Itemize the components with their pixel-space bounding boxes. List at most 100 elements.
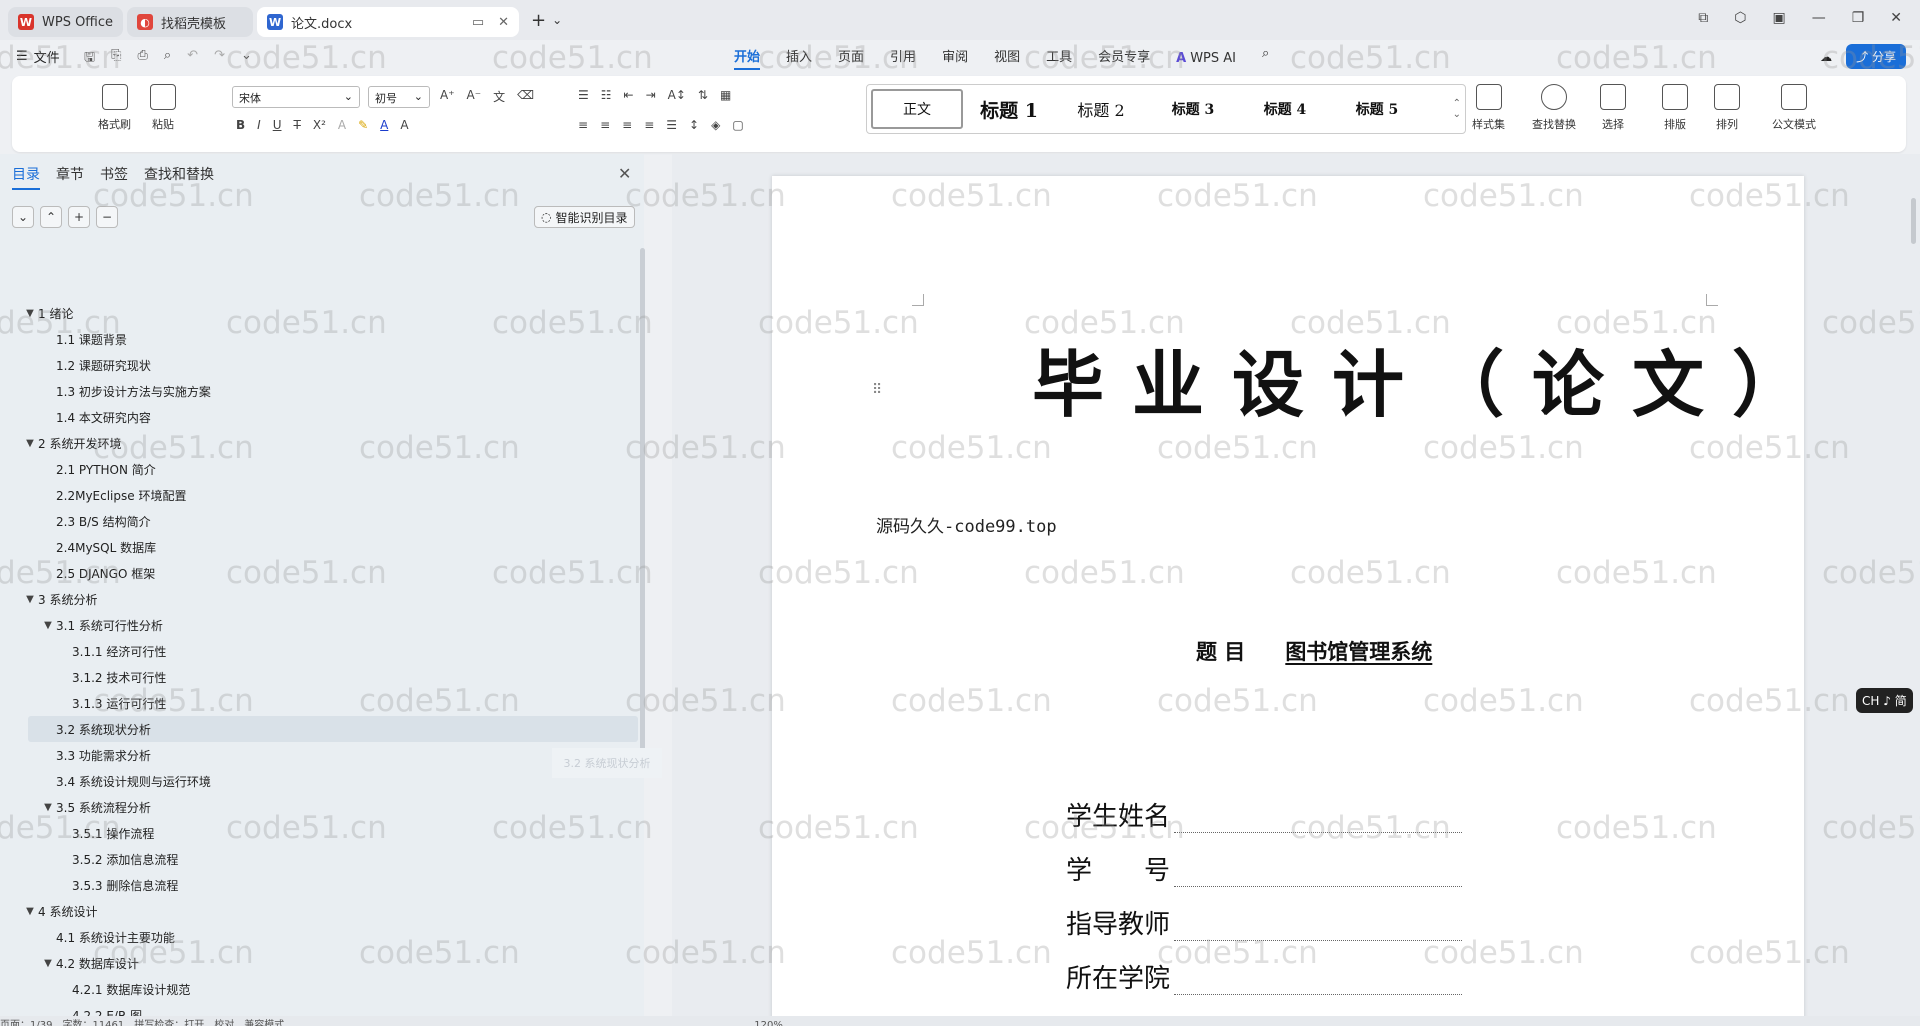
- toc-item[interactable]: 3.1.3 运行可行性: [0, 690, 640, 716]
- toc-item[interactable]: ▼ 3 系统分析: [0, 586, 640, 612]
- close-pane-icon[interactable]: ✕: [618, 164, 631, 183]
- justify-icon[interactable]: ≡: [644, 118, 654, 132]
- save-icon[interactable]: 🖫: [84, 48, 95, 70]
- tab-pin-icon[interactable]: ▭: [472, 15, 484, 30]
- superscript-icon[interactable]: X²: [313, 118, 326, 132]
- expand-up-icon[interactable]: ⌃: [40, 206, 62, 228]
- smart-toc-button[interactable]: ◌ 智能识别目录: [534, 206, 635, 228]
- style-heading-5[interactable]: 标题 5: [1331, 99, 1423, 119]
- toc-item[interactable]: 4.1 系统设计主要功能: [0, 924, 640, 950]
- ribbon-tab[interactable]: 引用: [890, 46, 916, 70]
- toc-item[interactable]: 3.2 系统现状分析: [28, 716, 638, 742]
- toc-item[interactable]: 3.5.2 添加信息流程: [0, 846, 640, 872]
- grow-font-icon[interactable]: A⁺: [440, 88, 455, 105]
- highlight-icon[interactable]: ✎: [358, 118, 368, 132]
- ribbon-tab[interactable]: 审阅: [942, 46, 968, 70]
- search-icon[interactable]: ⌕: [1262, 46, 1269, 70]
- ribbon-tab[interactable]: 工具: [1046, 46, 1072, 70]
- ribbon-tab[interactable]: 开始: [734, 46, 761, 70]
- tab-close-icon[interactable]: ✕: [498, 15, 509, 30]
- ribbon-tab[interactable]: 视图: [994, 46, 1020, 70]
- new-tab-button[interactable]: +: [531, 10, 546, 31]
- ribbon-tab[interactable]: 插入: [786, 46, 812, 70]
- expand-caret-icon[interactable]: ▼: [22, 906, 38, 917]
- nav-tab[interactable]: 目录: [12, 164, 40, 190]
- toc-item[interactable]: 3.1.2 技术可行性: [0, 664, 640, 690]
- toc-item[interactable]: 3.3 功能需求分析: [0, 742, 640, 768]
- border-icon[interactable]: ▢: [732, 118, 743, 132]
- font-family-select[interactable]: 宋体 ⌄: [232, 86, 360, 108]
- align-center-icon[interactable]: ≡: [600, 118, 610, 132]
- tab-docer-templates[interactable]: ◐ 找稻壳模板: [127, 7, 254, 37]
- italic-icon[interactable]: I: [257, 118, 261, 132]
- print-icon[interactable]: ⎙: [137, 48, 147, 70]
- clear-format-icon[interactable]: ⌫: [517, 88, 534, 105]
- toc-item[interactable]: ▼ 4.2 数据库设计: [0, 950, 640, 976]
- avatar[interactable]: ▣: [1772, 10, 1785, 26]
- remove-heading-icon[interactable]: −: [96, 206, 118, 228]
- expand-caret-icon[interactable]: ▼: [22, 438, 38, 449]
- align-left-icon[interactable]: ≡: [578, 118, 588, 132]
- bold-icon[interactable]: B: [236, 118, 245, 132]
- toc-item[interactable]: ▼ 1 绪论: [0, 300, 640, 326]
- document-page[interactable]: ⠿ 毕业设计（论文） 源码久久-code99.top 题 目 图书馆管理系统 学…: [772, 176, 1804, 1026]
- new-tab-menu-icon[interactable]: ⌄: [552, 13, 562, 27]
- expand-caret-icon[interactable]: ▼: [22, 594, 38, 605]
- toc-item[interactable]: 1.2 课题研究现状: [0, 352, 640, 378]
- toc-item[interactable]: 4.2.1 数据库设计规范: [0, 976, 640, 1002]
- toc-item[interactable]: 1.1 课题背景: [0, 326, 640, 352]
- numbered-list-icon[interactable]: ☷: [601, 88, 612, 102]
- maximize-icon[interactable]: ❐: [1852, 10, 1865, 26]
- style-set-button[interactable]: 样式集: [1472, 84, 1505, 132]
- phonetic-icon[interactable]: 文: [493, 88, 505, 105]
- tab-wps-office[interactable]: W WPS Office: [8, 7, 124, 37]
- select-button[interactable]: 选择: [1600, 84, 1626, 132]
- toc-item[interactable]: 3.5.1 操作流程: [0, 820, 640, 846]
- toc-item[interactable]: ▼ 2 系统开发环境: [0, 430, 640, 456]
- format-painter-button[interactable]: 格式刷: [98, 84, 131, 132]
- toc-item[interactable]: 2.5 DJANGO 框架: [0, 560, 640, 586]
- style-normal[interactable]: 正文: [871, 89, 963, 129]
- nav-tab[interactable]: 书签: [100, 164, 128, 190]
- toc-item[interactable]: 2.2MyEclipse 环境配置: [0, 482, 640, 508]
- expand-caret-icon[interactable]: ▼: [22, 308, 38, 319]
- tab-document[interactable]: W 论文.docx ▭ ✕: [257, 7, 520, 37]
- toc-item[interactable]: 3.1.1 经济可行性: [0, 638, 640, 664]
- strikethrough-icon[interactable]: T: [294, 118, 301, 132]
- cloud-upload-icon[interactable]: ☁: [1820, 50, 1832, 64]
- text-effect-icon[interactable]: A: [338, 118, 346, 132]
- outdent-icon[interactable]: ⇤: [624, 88, 634, 102]
- table-icon[interactable]: ▦: [720, 88, 731, 102]
- ribbon-tab[interactable]: 页面: [838, 46, 864, 70]
- line-spacing-icon[interactable]: ↕: [689, 118, 699, 132]
- ime-indicator[interactable]: CH ♪ 简: [1856, 688, 1913, 713]
- field-line[interactable]: [1174, 861, 1463, 887]
- toc-item[interactable]: 3.5.3 删除信息流程: [0, 872, 640, 898]
- minimize-icon[interactable]: —: [1812, 10, 1826, 26]
- toc-item[interactable]: 2.4MySQL 数据库: [0, 534, 640, 560]
- print-preview-icon[interactable]: ⌕: [164, 48, 171, 70]
- bullet-list-icon[interactable]: ☰: [578, 88, 589, 102]
- distribute-icon[interactable]: ☰: [666, 118, 677, 132]
- scroll-thumb[interactable]: [1911, 198, 1916, 244]
- toc-item[interactable]: 3.4 系统设计规则与运行环境: [0, 768, 640, 794]
- doc-mode-button[interactable]: 公文模式: [1772, 84, 1816, 132]
- toc-item[interactable]: 2.3 B/S 结构简介: [0, 508, 640, 534]
- indent-icon[interactable]: ⇥: [646, 88, 656, 102]
- quick-menu-chevron-icon[interactable]: ⌄: [241, 48, 252, 70]
- font-size-select[interactable]: 初号 ⌄: [368, 86, 430, 108]
- underline-icon[interactable]: U: [273, 118, 282, 132]
- file-menu[interactable]: ☰ 文件: [16, 47, 60, 66]
- toc-scrollbar[interactable]: [640, 248, 645, 768]
- find-replace-button[interactable]: 查找替换: [1532, 84, 1576, 132]
- toc-item[interactable]: 2.1 PYTHON 简介: [0, 456, 640, 482]
- shrink-font-icon[interactable]: A⁻: [467, 88, 482, 105]
- layout-button[interactable]: 排版: [1662, 84, 1688, 132]
- char-shading-icon[interactable]: A: [400, 118, 408, 132]
- field-line[interactable]: [1174, 915, 1463, 941]
- style-heading-4[interactable]: 标题 4: [1239, 99, 1331, 119]
- collapse-all-icon[interactable]: ⌄: [12, 206, 34, 228]
- paste-button[interactable]: 粘贴: [150, 84, 176, 132]
- style-gallery-expand-icon[interactable]: ⌃ ⌄: [1453, 98, 1465, 120]
- font-color-icon[interactable]: A: [380, 118, 388, 132]
